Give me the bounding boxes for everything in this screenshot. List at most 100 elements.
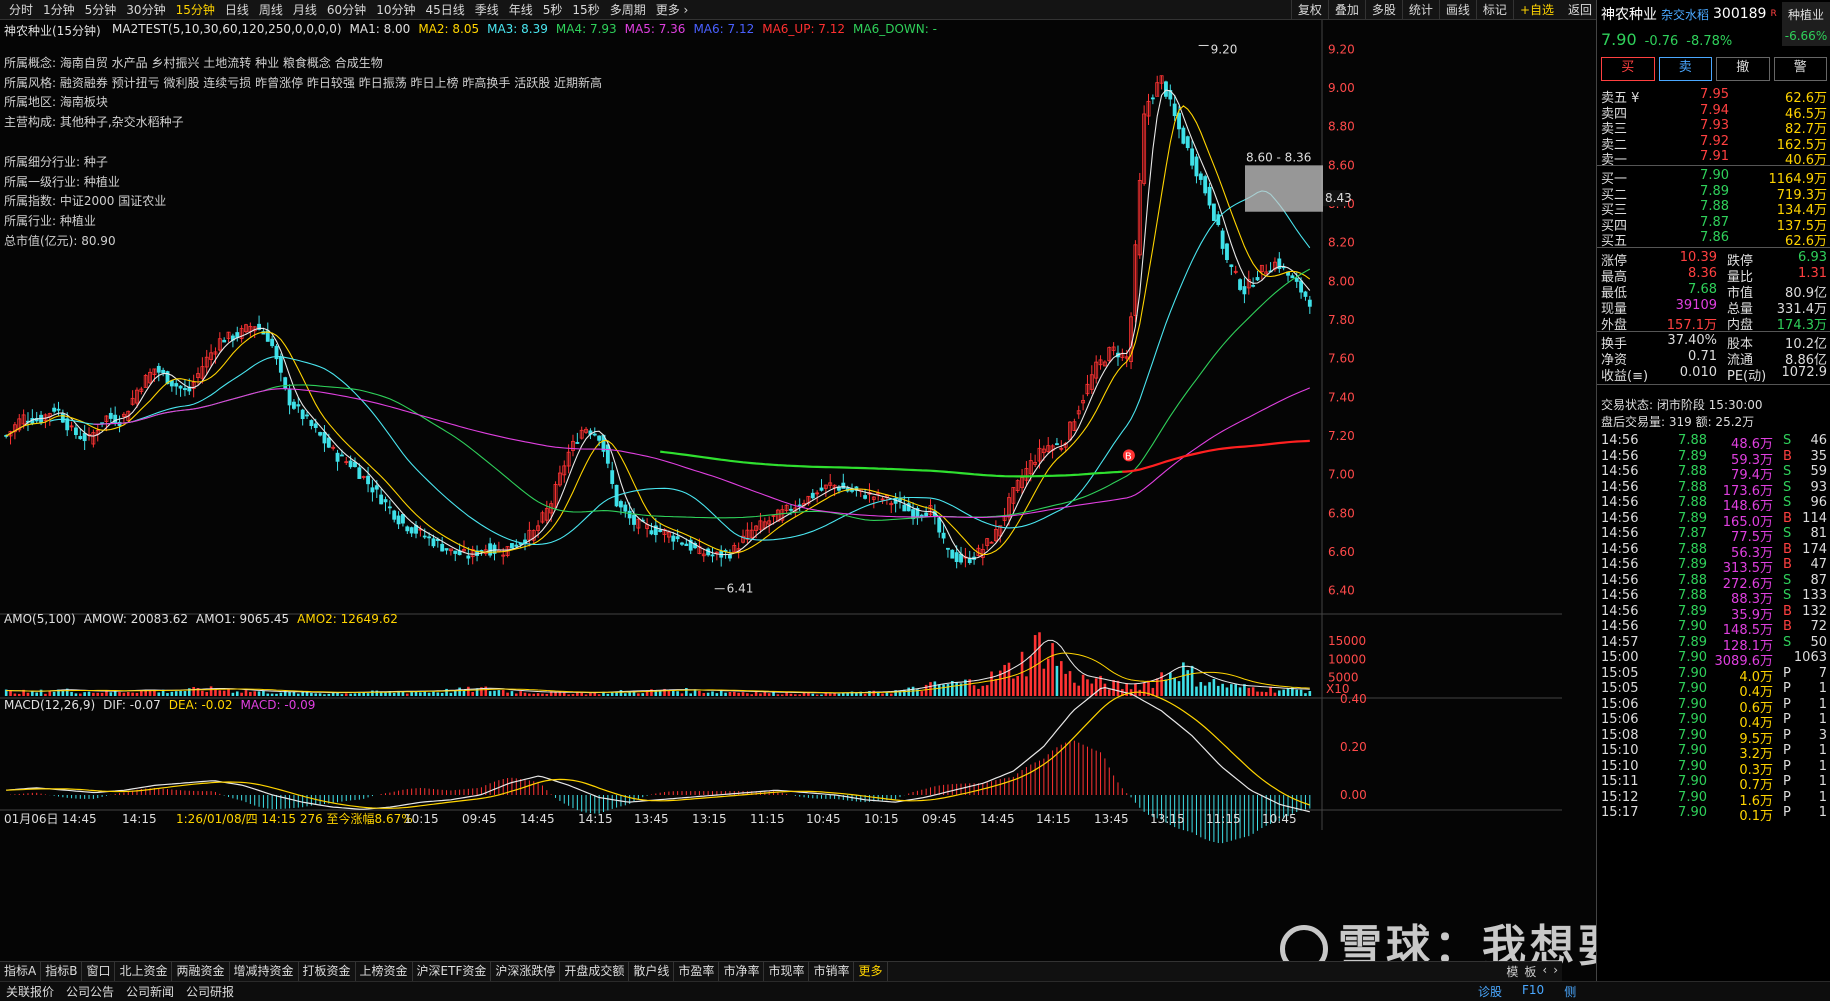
indicator-tab[interactable]: 增减持资金: [230, 962, 299, 981]
chart-tool-button[interactable]: 统计: [1401, 0, 1439, 20]
add-favorite-button[interactable]: +自选: [1512, 0, 1560, 20]
period-tab[interactable]: 15分钟: [171, 0, 220, 20]
period-tab[interactable]: 周线: [254, 0, 288, 20]
candle-body: [52, 407, 57, 412]
candle-body: [632, 514, 636, 525]
candle-body: [296, 404, 301, 407]
status-link[interactable]: F10: [1522, 983, 1544, 1000]
tick-count: 96: [1810, 495, 1827, 510]
tab-scroll-button[interactable]: ›: [1553, 963, 1558, 980]
candle-body: [318, 432, 323, 436]
period-tab[interactable]: 年线: [504, 0, 538, 20]
status-link[interactable]: 侧: [1564, 983, 1576, 1000]
period-tab[interactable]: 季线: [470, 0, 504, 20]
tick-direction: P: [1783, 774, 1791, 789]
tick-price: 7.88: [1678, 572, 1707, 588]
candle-body: [623, 504, 628, 512]
indicator-tab[interactable]: 窗口: [82, 962, 116, 981]
indicator-tab[interactable]: 市盈率: [674, 962, 720, 981]
ma-legend-item: MA6_DOWN: -: [853, 22, 937, 36]
candle-body: [1198, 173, 1203, 180]
indicator-tab[interactable]: 沪深涨跌停: [491, 962, 561, 981]
period-tab[interactable]: 5秒: [538, 0, 568, 20]
period-tab[interactable]: 分时: [4, 0, 38, 20]
tick-count: 46: [1810, 433, 1827, 448]
indicator-tab[interactable]: 市现率: [764, 962, 810, 981]
order-book-row[interactable]: 卖一 7.91 40.6万: [1597, 148, 1830, 168]
tick-price: 7.88: [1678, 541, 1707, 557]
period-tab[interactable]: 多周期: [605, 0, 651, 20]
order-book-row[interactable]: 买五 7.86 62.6万: [1597, 229, 1830, 249]
candle-body: [658, 529, 663, 532]
chart-tool-button[interactable]: 复权: [1290, 0, 1328, 20]
buy-button[interactable]: 买: [1601, 57, 1655, 81]
period-tab[interactable]: 更多 ›: [651, 0, 694, 20]
tick-price: 7.87: [1678, 526, 1707, 541]
tick-time: 15:12: [1601, 789, 1639, 805]
period-tab[interactable]: 30分钟: [121, 0, 170, 20]
stat-row: 最低 7.68 市值 80.9亿: [1597, 282, 1830, 301]
tick-row: 15:10 7.90 0.3万 P 1: [1597, 758, 1830, 778]
indicator-tab[interactable]: 散户线: [629, 962, 675, 981]
time-axis-label: 14:45: [520, 812, 555, 826]
chart-tool-button[interactable]: 画线: [1438, 0, 1476, 20]
candle-body: [1307, 299, 1312, 307]
indicator-tab[interactable]: 开盘成交额: [560, 962, 630, 981]
indicator-tab[interactable]: 沪深ETF资金: [413, 962, 492, 981]
status-link[interactable]: 诊股: [1478, 983, 1502, 1000]
period-tab[interactable]: 日线: [220, 0, 254, 20]
indicator-tab[interactable]: 两融资金: [172, 962, 230, 981]
period-tab[interactable]: 60分钟: [322, 0, 371, 20]
candle-body: [78, 436, 83, 440]
period-tab[interactable]: 15秒: [567, 0, 604, 20]
indicator-tab[interactable]: 市净率: [719, 962, 765, 981]
indicator-tab[interactable]: 打板资金: [299, 962, 356, 981]
period-tab[interactable]: 月线: [288, 0, 322, 20]
candle-body: [514, 544, 519, 547]
stat-row: 净资 0.71 流通 8.86亿: [1597, 349, 1830, 368]
back-button[interactable]: 返回: [1562, 0, 1598, 20]
tick-price: 7.88: [1678, 495, 1707, 510]
chart-tool-button[interactable]: 标记: [1475, 0, 1513, 20]
indicator-tab[interactable]: 更多: [854, 962, 888, 981]
indicator-legend-item: AMOW: 20083.62: [83, 612, 189, 626]
chart-area[interactable]: 9.209.008.808.608.408.208.007.807.607.40…: [0, 20, 1562, 961]
nav-link[interactable]: 关联报价: [0, 983, 60, 1000]
concept-link[interactable]: 杂交水稻: [1661, 6, 1709, 23]
tab-scroll-button[interactable]: 模: [1506, 963, 1518, 980]
period-tab[interactable]: 1分钟: [38, 0, 80, 20]
tick-time: 15:06: [1601, 712, 1639, 727]
nav-link[interactable]: 公司新闻: [120, 983, 180, 1000]
period-tab[interactable]: 45日线: [420, 0, 469, 20]
tick-row: 14:56 7.89 59.3万 B 35: [1597, 448, 1830, 468]
tick-count: 1: [1818, 805, 1827, 820]
indicator-tab[interactable]: 市销率: [809, 962, 855, 981]
candle-body: [169, 380, 174, 387]
chart-tool-button[interactable]: 多股: [1364, 0, 1402, 20]
period-tab[interactable]: 5分钟: [80, 0, 122, 20]
candle-body: [819, 487, 824, 491]
chart-tool-button[interactable]: 叠加: [1327, 0, 1365, 20]
sell-button[interactable]: 卖: [1658, 57, 1712, 81]
industry-badge[interactable]: 种植业 -6.66%: [1782, 2, 1830, 46]
tick-time: 14:56: [1601, 448, 1639, 464]
cancel-order-button[interactable]: 撤: [1716, 57, 1770, 81]
period-tab[interactable]: 10分钟: [371, 0, 420, 20]
indicator-tab[interactable]: 上榜资金: [356, 962, 413, 981]
nav-link[interactable]: 公司研报: [180, 983, 240, 1000]
tick-count: 1: [1818, 758, 1827, 774]
tick-row: 15:05 7.90 0.4万 P 1: [1597, 681, 1830, 700]
indicator-tab[interactable]: 指标B: [41, 962, 83, 981]
indicator-tab[interactable]: 北上资金: [115, 962, 173, 981]
tick-direction: S: [1783, 526, 1792, 541]
tick-price: 7.88: [1678, 433, 1707, 448]
tab-scroll-button[interactable]: 板: [1524, 963, 1536, 980]
stock-info-line: 所属细分行业: 种子: [4, 154, 108, 169]
stock-period-label: 神农种业(15分钟): [4, 24, 101, 38]
low-price-label: 6.41: [727, 582, 754, 596]
tab-scroll-button[interactable]: ‹: [1542, 963, 1547, 980]
nav-link[interactable]: 公司公告: [60, 983, 120, 1000]
candle-body: [863, 495, 868, 499]
indicator-tab[interactable]: 指标A: [0, 962, 42, 981]
alert-button[interactable]: 警: [1773, 57, 1827, 81]
